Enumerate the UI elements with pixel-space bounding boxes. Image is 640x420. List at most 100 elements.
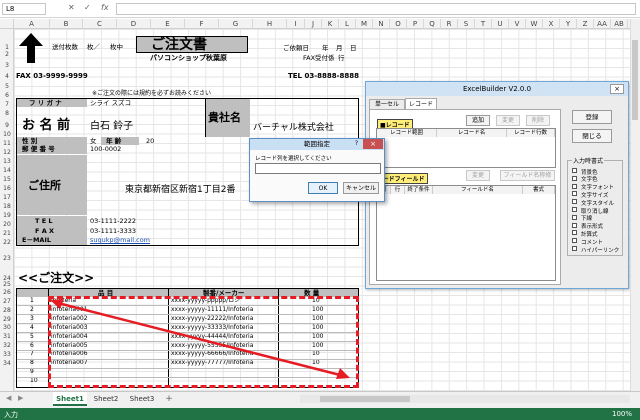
format-checkbox[interactable]	[572, 191, 577, 197]
tab-scroll-right-icon[interactable]: ▶	[18, 394, 23, 402]
column-header[interactable]: E	[151, 19, 185, 29]
column-header[interactable]: R	[441, 19, 458, 29]
row-header[interactable]: 21	[0, 230, 14, 237]
column-header[interactable]: X	[543, 19, 560, 29]
column-header[interactable]: G	[219, 19, 253, 29]
tel-value[interactable]: 03-1111-2222	[90, 218, 136, 225]
row-header[interactable]: 25	[0, 281, 14, 288]
change-button[interactable]: 変更	[496, 115, 520, 126]
format-checkbox[interactable]	[572, 246, 577, 251]
formula-input[interactable]	[116, 3, 636, 15]
row-header[interactable]: 32	[0, 342, 14, 349]
add-button[interactable]: 追加	[466, 115, 490, 126]
column-header[interactable]: U	[492, 19, 509, 29]
column-header[interactable]: F	[185, 19, 219, 29]
format-checkbox[interactable]	[572, 214, 577, 220]
format-checkbox[interactable]	[572, 168, 577, 173]
row-header[interactable]: 27	[0, 298, 14, 305]
field-change-button[interactable]: 変更	[466, 170, 490, 181]
row-header[interactable]: 12	[0, 149, 14, 156]
row-header[interactable]: 17	[0, 194, 14, 201]
row-header[interactable]: 8	[0, 110, 14, 117]
horizontal-scroll-thumb[interactable]	[320, 396, 410, 402]
row-header[interactable]: 11	[0, 140, 14, 147]
tab-sheet2[interactable]: Sheet2	[89, 392, 123, 406]
company-value[interactable]: バーチャル株式会社	[253, 124, 334, 133]
range-input[interactable]	[255, 163, 381, 174]
column-header[interactable]: O	[390, 19, 407, 29]
format-checkbox[interactable]	[572, 175, 577, 181]
column-header[interactable]: Y	[560, 19, 577, 29]
dialog-close-icon[interactable]: ×	[363, 139, 383, 149]
tab-sheet1[interactable]: Sheet1	[53, 392, 87, 406]
row-header[interactable]: 16	[0, 185, 14, 192]
close-button[interactable]: 閉じる	[572, 129, 612, 143]
column-header[interactable]: Z	[577, 19, 594, 29]
column-header[interactable]: D	[117, 19, 151, 29]
register-button[interactable]: 登録	[572, 110, 612, 124]
field-name-edit-button[interactable]: フィールド名称修	[500, 170, 555, 181]
row-header[interactable]: 3	[0, 62, 14, 69]
cancel-button[interactable]: キャンセル	[343, 182, 379, 194]
row-header[interactable]: 33	[0, 351, 14, 358]
row-header[interactable]: 13	[0, 158, 14, 165]
postal-value[interactable]: 100-0002	[90, 146, 121, 153]
vertical-scroll-thumb[interactable]	[632, 40, 638, 120]
cancel-icon[interactable]: ✕	[68, 3, 75, 12]
column-header[interactable]: C	[83, 19, 117, 29]
column-header[interactable]: N	[373, 19, 390, 29]
format-checkbox[interactable]	[572, 207, 577, 212]
name-value[interactable]: 白石 鈴子	[90, 122, 133, 132]
row-header[interactable]: 19	[0, 212, 14, 219]
name-box[interactable]: L8	[2, 3, 46, 15]
row-header[interactable]: 2	[0, 51, 14, 58]
column-header[interactable]: H	[253, 19, 287, 29]
row-header[interactable]: 9	[0, 122, 14, 129]
column-header[interactable]: AA	[594, 19, 611, 29]
tab-record[interactable]: レコード	[405, 98, 437, 109]
row-header[interactable]: 14	[0, 167, 14, 174]
column-header[interactable]: Q	[424, 19, 441, 29]
function-icon[interactable]: fx	[101, 3, 109, 12]
age-value[interactable]: 20	[146, 138, 154, 145]
delete-button[interactable]: 削除	[526, 115, 550, 126]
format-checkbox[interactable]	[572, 199, 577, 205]
row-header[interactable]: 18	[0, 203, 14, 210]
row-header[interactable]: 34	[0, 360, 14, 367]
row-header[interactable]: 1	[0, 44, 14, 51]
column-header[interactable]: L	[339, 19, 356, 29]
address-value[interactable]: 東京都新宿区新宿1丁目2番	[125, 186, 235, 195]
zoom-level[interactable]: 100%	[612, 410, 632, 418]
column-header[interactable]: AB	[611, 19, 628, 29]
row-header[interactable]: 26	[0, 289, 14, 296]
format-checkbox[interactable]	[572, 222, 577, 228]
field-list[interactable]	[376, 185, 556, 281]
row-header[interactable]: 29	[0, 316, 14, 323]
tab-single-cell[interactable]: 単一セル	[369, 99, 405, 109]
row-header[interactable]: 22	[0, 239, 14, 246]
select-all-corner[interactable]	[0, 19, 14, 29]
fax-value[interactable]: 03-1111-3333	[90, 228, 136, 235]
tab-sheet3[interactable]: Sheet3	[125, 392, 159, 406]
help-icon[interactable]: ?	[351, 139, 362, 149]
row-header[interactable]: 7	[0, 101, 14, 108]
tab-scroll-left-icon[interactable]: ◀	[6, 394, 11, 402]
gender-value[interactable]: 女	[90, 138, 97, 145]
row-header[interactable]: 5	[0, 83, 14, 90]
row-header[interactable]: 15	[0, 176, 14, 183]
enter-icon[interactable]: ✓	[84, 3, 91, 12]
row-header[interactable]: 10	[0, 131, 14, 138]
column-header[interactable]: V	[509, 19, 526, 29]
row-header[interactable]: 23	[0, 255, 14, 262]
add-sheet-icon[interactable]: +	[163, 392, 175, 406]
column-header[interactable]: A	[14, 19, 50, 29]
email-link[interactable]: sugukp@mail.com	[90, 237, 150, 244]
row-header[interactable]: 6	[0, 92, 14, 99]
furigana-value[interactable]: シライ スズコ	[90, 100, 131, 107]
column-header[interactable]: B	[50, 19, 83, 29]
close-icon[interactable]: ×	[610, 84, 624, 94]
format-checkbox[interactable]	[572, 230, 577, 236]
column-header[interactable]: K	[322, 19, 339, 29]
row-header[interactable]: 28	[0, 307, 14, 314]
format-checkbox[interactable]	[572, 238, 577, 244]
